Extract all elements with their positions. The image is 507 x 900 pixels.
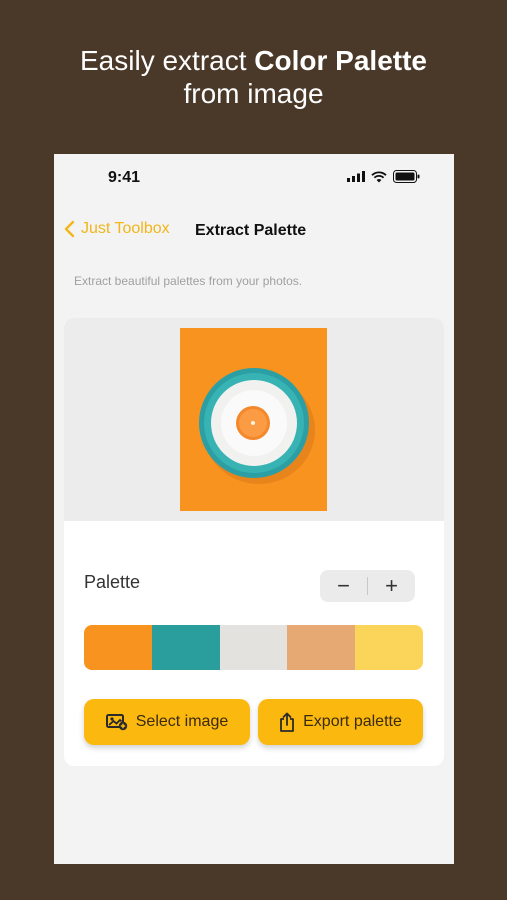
back-label: Just Toolbox bbox=[81, 220, 170, 237]
headline-normal: Easily extract bbox=[80, 45, 255, 76]
increase-button[interactable]: + bbox=[368, 570, 415, 602]
swatch-peach[interactable] bbox=[287, 625, 356, 670]
palette-label: Palette bbox=[84, 572, 141, 592]
signal-icon bbox=[347, 171, 365, 182]
back-button[interactable]: Just Toolbox bbox=[64, 220, 170, 238]
image-preview-area[interactable] bbox=[64, 318, 444, 521]
headline-bold: Color Palette bbox=[254, 45, 427, 76]
page-subtitle: Extract beautiful palettes from your pho… bbox=[74, 274, 303, 288]
status-time: 9:41 bbox=[108, 169, 141, 186]
selected-photo bbox=[180, 328, 327, 511]
palette-swatches bbox=[84, 625, 423, 670]
page-title: Extract Palette bbox=[195, 222, 307, 239]
share-icon bbox=[280, 712, 295, 732]
palette-card: Palette − + Select image Export palette bbox=[64, 318, 444, 766]
chevron-left-icon bbox=[64, 220, 75, 238]
photo-plate-image bbox=[199, 368, 315, 484]
decrease-button[interactable]: − bbox=[320, 570, 367, 602]
status-icons bbox=[347, 170, 420, 183]
photo-add-icon bbox=[105, 714, 127, 731]
export-palette-button[interactable]: Export palette bbox=[258, 699, 423, 745]
headline-line2: from image bbox=[183, 78, 324, 109]
swatch-yellow[interactable] bbox=[355, 625, 423, 670]
select-image-button[interactable]: Select image bbox=[84, 699, 250, 745]
headline: Easily extract Color Palette from image bbox=[0, 44, 507, 110]
swatch-orange[interactable] bbox=[84, 625, 152, 670]
navigation-bar: Just Toolbox Extract Palette bbox=[54, 216, 454, 246]
phone-screen: 9:41 Just Toolbox Extract Palette Extrac… bbox=[54, 154, 454, 864]
export-palette-label: Export palette bbox=[303, 713, 402, 730]
status-bar: 9:41 bbox=[54, 154, 454, 200]
battery-icon bbox=[393, 170, 420, 183]
swatch-light-gray[interactable] bbox=[219, 625, 288, 670]
select-image-label: Select image bbox=[135, 713, 229, 730]
wifi-icon bbox=[371, 170, 387, 182]
swatch-teal[interactable] bbox=[151, 625, 220, 670]
palette-count-stepper: − + bbox=[320, 570, 415, 602]
